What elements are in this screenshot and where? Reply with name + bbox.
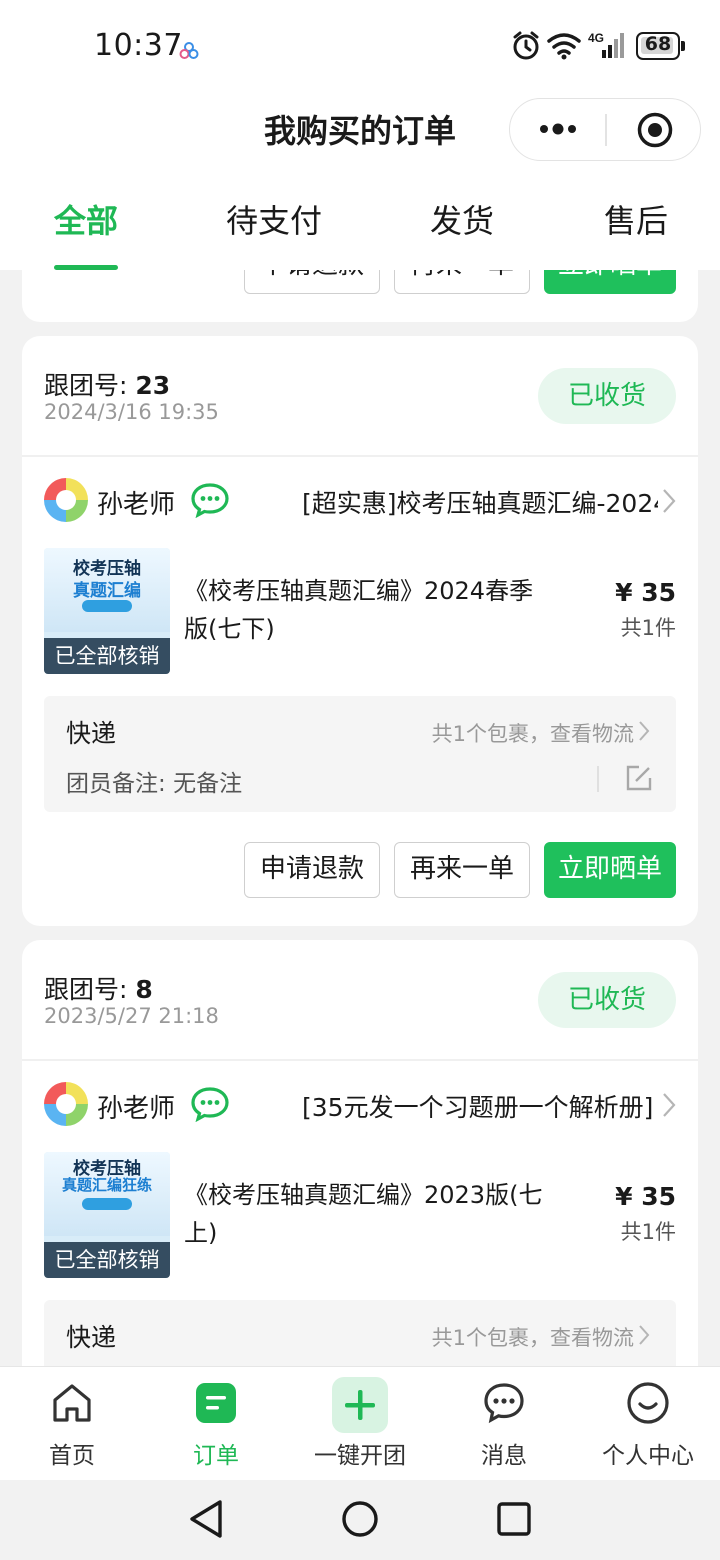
redeemed-badge: 已全部核销 bbox=[44, 1242, 170, 1278]
tracking-link[interactable]: 共1个包裹，查看物流 bbox=[384, 1322, 634, 1352]
home-circle-icon[interactable] bbox=[340, 1498, 380, 1544]
tabbar-item-start-group[interactable]: 一键开团 bbox=[288, 1367, 432, 1481]
order-number: 跟团号: 23 bbox=[44, 366, 170, 402]
product-price: ¥ 35 bbox=[615, 1182, 676, 1211]
app-notification-icon bbox=[178, 40, 200, 66]
battery-indicator: 68 bbox=[636, 32, 686, 60]
recents-icon[interactable] bbox=[494, 1498, 534, 1544]
tabbar-label: 消息 bbox=[481, 1443, 527, 1469]
product-cover[interactable]: 校考压轴 真题汇编狂练 已全部核销 bbox=[44, 1152, 170, 1278]
tab-active-indicator bbox=[54, 265, 118, 270]
chevron-right-icon[interactable] bbox=[662, 1092, 676, 1122]
product-price: ¥ 35 bbox=[615, 578, 676, 607]
member-note: 团员备注: 无备注 bbox=[66, 764, 242, 798]
refund-button[interactable]: 申请退款 bbox=[244, 842, 380, 898]
order-datetime: 2023/5/27 21:18 bbox=[44, 1004, 219, 1028]
status-bar: 10:37 4G 68 bbox=[0, 0, 720, 92]
tab-label: 售后 bbox=[603, 202, 668, 240]
shipping-label: 快递 bbox=[66, 719, 117, 748]
avatar[interactable] bbox=[44, 1082, 88, 1126]
seller-name[interactable]: 孙老师 bbox=[97, 484, 175, 521]
tracking-link[interactable]: 共1个包裹，查看物流 bbox=[384, 718, 634, 748]
bottom-tab-bar: 首页 订单 一键开团 消息 个人中心 bbox=[0, 1366, 720, 1480]
tab-pending-payment[interactable]: 待支付 bbox=[224, 196, 324, 270]
tabbar-item-orders[interactable]: 订单 bbox=[144, 1367, 288, 1481]
more-icon[interactable] bbox=[538, 119, 578, 139]
status-badge: 已收货 bbox=[538, 368, 676, 424]
profile-icon bbox=[626, 1381, 670, 1429]
chat-icon[interactable] bbox=[190, 482, 230, 522]
order-icon bbox=[194, 1381, 238, 1429]
shipping-box: 快递 共1个包裹，查看物流 团员备注: 无备注 bbox=[44, 696, 676, 812]
cover-title-line2: 真题汇编狂练 bbox=[61, 1176, 152, 1194]
message-icon bbox=[482, 1381, 526, 1429]
home-icon bbox=[50, 1381, 94, 1429]
tab-label: 待支付 bbox=[225, 202, 322, 240]
tabbar-label: 一键开团 bbox=[314, 1443, 406, 1469]
back-icon[interactable] bbox=[186, 1498, 226, 1544]
svg-text:4G: 4G bbox=[588, 31, 604, 45]
system-navigation-bar bbox=[0, 1480, 720, 1560]
order-number-value: 8 bbox=[135, 975, 153, 1004]
product-cover[interactable]: 校考压轴 真题汇编 已全部核销 bbox=[44, 548, 170, 674]
tab-label: 全部 bbox=[53, 202, 118, 240]
status-time: 10:37 bbox=[94, 28, 183, 63]
chat-icon[interactable] bbox=[190, 1086, 230, 1126]
product-title[interactable]: 《校考压轴真题汇编》2024春季版(七下) bbox=[184, 572, 544, 648]
reorder-button[interactable]: 再来一单 bbox=[394, 842, 530, 898]
tabbar-item-messages[interactable]: 消息 bbox=[432, 1367, 576, 1481]
shipping-label: 快递 bbox=[66, 1323, 117, 1352]
order-tabs: 全部 待支付 发货 售后 bbox=[0, 196, 720, 270]
order-card[interactable]: 跟团号: 8 2023/5/27 21:18 已收货 孙老师 [35元发一个习题… bbox=[22, 940, 698, 1400]
member-note-label: 团员备注: bbox=[66, 771, 174, 797]
tab-after-sales[interactable]: 售后 bbox=[600, 196, 672, 270]
product-title[interactable]: 《校考压轴真题汇编》2023版(七上) bbox=[184, 1176, 544, 1252]
group-title[interactable]: [35元发一个习题册一个解析册] bbox=[302, 1088, 658, 1124]
close-target-icon[interactable] bbox=[636, 111, 674, 153]
tabbar-item-profile[interactable]: 个人中心 bbox=[576, 1367, 720, 1481]
edit-icon[interactable] bbox=[625, 764, 653, 796]
redeemed-badge: 已全部核销 bbox=[44, 638, 170, 674]
seller-name[interactable]: 孙老师 bbox=[97, 1088, 175, 1125]
tab-shipping[interactable]: 发货 bbox=[426, 196, 498, 270]
wifi-icon bbox=[546, 30, 582, 64]
order-number-value: 23 bbox=[135, 371, 171, 400]
chevron-right-icon[interactable] bbox=[662, 488, 676, 518]
product-quantity: 共1件 bbox=[620, 616, 676, 640]
product-quantity: 共1件 bbox=[620, 1220, 676, 1244]
chevron-right-icon[interactable] bbox=[638, 1324, 650, 1350]
tabbar-item-home[interactable]: 首页 bbox=[0, 1367, 144, 1481]
member-note-value: 无备注 bbox=[173, 771, 243, 797]
tabbar-label: 个人中心 bbox=[602, 1443, 694, 1469]
tabbar-label: 首页 bbox=[49, 1443, 95, 1469]
status-badge: 已收货 bbox=[538, 972, 676, 1028]
signal-icon: 4G bbox=[588, 30, 628, 64]
miniprogram-capsule bbox=[509, 98, 701, 161]
tabbar-label: 订单 bbox=[193, 1443, 239, 1469]
share-review-button[interactable]: 立即晒单 bbox=[544, 842, 676, 898]
alarm-icon bbox=[511, 30, 541, 66]
group-title[interactable]: [超实惠]校考压轴真题汇编-2024 bbox=[302, 484, 658, 520]
chevron-right-icon[interactable] bbox=[638, 720, 650, 746]
order-number-label: 跟团号: bbox=[44, 975, 136, 1004]
cover-title-line2: 真题汇编 bbox=[73, 581, 141, 601]
tab-label: 发货 bbox=[429, 202, 494, 240]
order-number: 跟团号: 8 bbox=[44, 970, 153, 1006]
battery-level: 68 bbox=[644, 33, 672, 55]
order-number-label: 跟团号: bbox=[44, 371, 136, 400]
order-datetime: 2024/3/16 19:35 bbox=[44, 400, 219, 424]
tab-all[interactable]: 全部 bbox=[50, 196, 122, 270]
plus-icon bbox=[332, 1377, 388, 1437]
avatar[interactable] bbox=[44, 478, 88, 522]
order-card[interactable]: 跟团号: 23 2024/3/16 19:35 已收货 孙老师 [超实惠]校考压… bbox=[22, 336, 698, 926]
